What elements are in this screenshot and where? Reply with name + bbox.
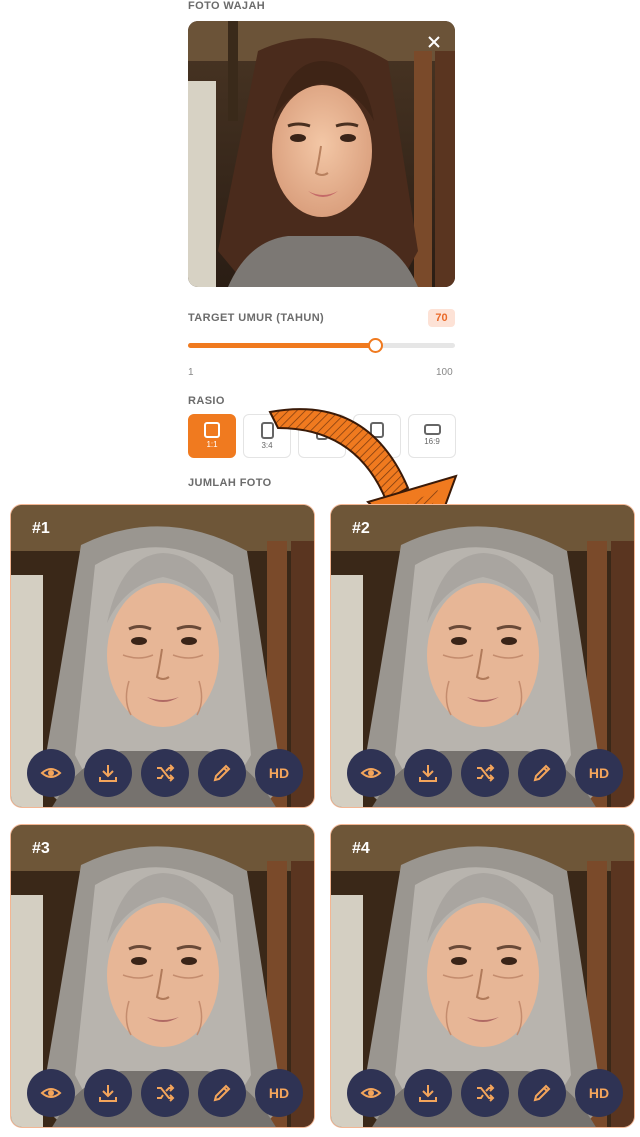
view-button[interactable]	[347, 1069, 395, 1117]
regenerate-button[interactable]	[141, 749, 189, 797]
download-button[interactable]	[404, 1069, 452, 1117]
ratio-option-1-1[interactable]: 1:1	[188, 414, 236, 458]
age-slider-thumb[interactable]	[367, 338, 383, 353]
square-ratio-icon	[204, 422, 220, 438]
hd-label: HD	[588, 1085, 610, 1101]
shuffle-icon	[477, 764, 495, 782]
edit-button[interactable]	[518, 749, 566, 797]
shuffle-icon	[157, 764, 175, 782]
source-photo-image	[188, 21, 455, 287]
view-button[interactable]	[347, 749, 395, 797]
hd-upscale-button[interactable]: HD	[575, 749, 623, 797]
age-slider-fill	[188, 343, 375, 348]
result-card: #2 HD	[330, 504, 635, 808]
view-button[interactable]	[27, 1069, 75, 1117]
eye-icon	[40, 1088, 62, 1098]
hd-label: HD	[588, 765, 610, 781]
close-icon	[428, 36, 440, 48]
eye-icon	[360, 768, 382, 778]
age-label: TARGET UMUR (TAHUN)	[188, 312, 325, 324]
source-photo	[188, 21, 455, 287]
result-actions: HD	[27, 749, 303, 797]
pencil-icon	[213, 1084, 231, 1102]
hd-label: HD	[268, 1085, 290, 1101]
download-icon	[419, 1085, 437, 1102]
edit-button[interactable]	[198, 1069, 246, 1117]
download-button[interactable]	[404, 749, 452, 797]
result-number: #2	[352, 520, 370, 537]
pencil-icon	[533, 1084, 551, 1102]
hd-label: HD	[268, 765, 290, 781]
eye-icon	[40, 768, 62, 778]
remove-photo-button[interactable]	[423, 31, 445, 53]
download-icon	[419, 765, 437, 782]
eye-icon	[360, 1088, 382, 1098]
source-photo-label: FOTO WAJAH	[188, 0, 266, 12]
download-button[interactable]	[84, 749, 132, 797]
download-button[interactable]	[84, 1069, 132, 1117]
result-card: #4 HD	[330, 824, 635, 1128]
result-card: #1 HD	[10, 504, 315, 808]
result-actions: HD	[347, 1069, 623, 1117]
result-number: #3	[32, 840, 50, 857]
result-actions: HD	[347, 749, 623, 797]
age-slider[interactable]	[188, 338, 455, 353]
shuffle-icon	[157, 1084, 175, 1102]
regenerate-button[interactable]	[461, 1069, 509, 1117]
result-card: #3 HD	[10, 824, 315, 1128]
result-number: #1	[32, 520, 50, 537]
result-actions: HD	[27, 1069, 303, 1117]
age-slider-min: 1	[188, 367, 194, 378]
regenerate-button[interactable]	[461, 749, 509, 797]
ratio-option-label: 1:1	[206, 440, 218, 449]
regenerate-button[interactable]	[141, 1069, 189, 1117]
age-value-badge: 70	[428, 309, 455, 327]
download-icon	[99, 765, 117, 782]
download-icon	[99, 1085, 117, 1102]
hd-upscale-button[interactable]: HD	[575, 1069, 623, 1117]
hd-upscale-button[interactable]: HD	[255, 749, 303, 797]
shuffle-icon	[477, 1084, 495, 1102]
edit-button[interactable]	[198, 749, 246, 797]
ratio-label: RASIO	[188, 395, 225, 407]
age-slider-max: 100	[436, 367, 453, 378]
view-button[interactable]	[27, 749, 75, 797]
hd-upscale-button[interactable]: HD	[255, 1069, 303, 1117]
pencil-icon	[533, 764, 551, 782]
edit-button[interactable]	[518, 1069, 566, 1117]
result-number: #4	[352, 840, 370, 857]
pencil-icon	[213, 764, 231, 782]
